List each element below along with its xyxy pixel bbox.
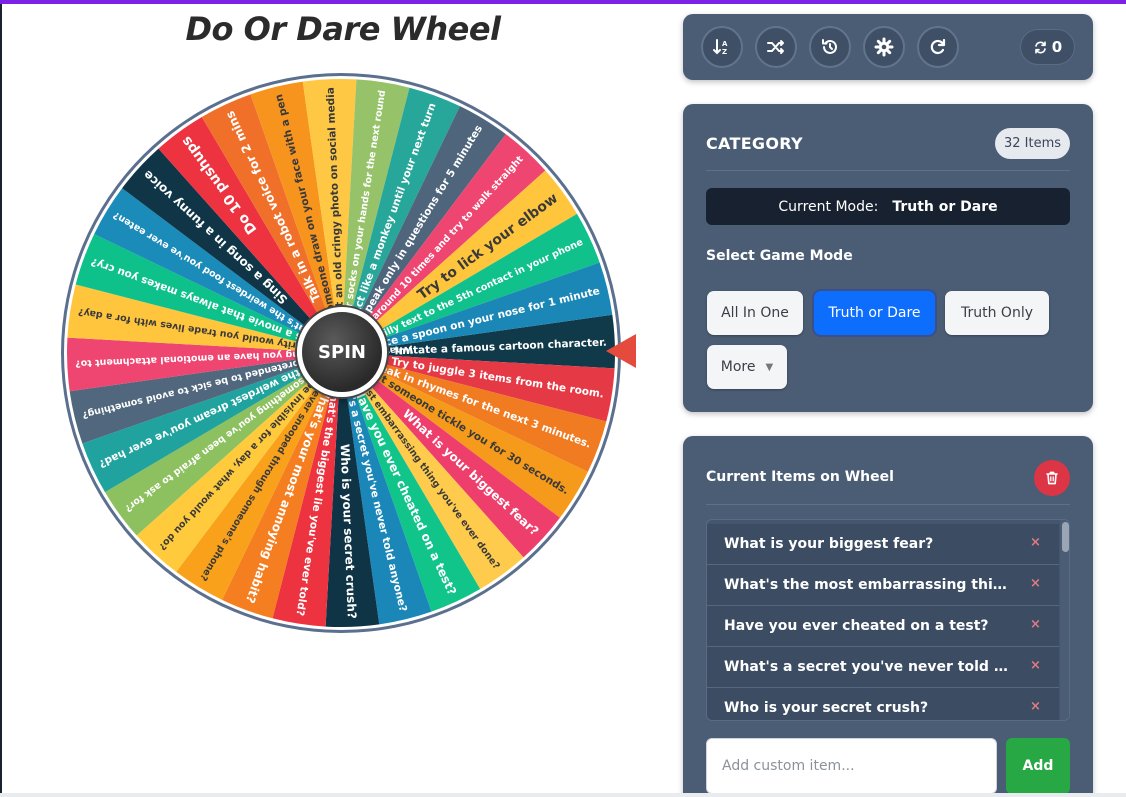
list-item[interactable]: Have you ever cheated on a test? × bbox=[707, 606, 1059, 647]
mode-all-in-one-button[interactable]: All In One bbox=[707, 291, 803, 335]
history-button[interactable] bbox=[809, 26, 851, 68]
svg-text:Z: Z bbox=[722, 48, 727, 56]
svg-text:A: A bbox=[722, 40, 728, 48]
remove-item-icon[interactable]: × bbox=[1030, 576, 1041, 591]
remove-item-icon[interactable]: × bbox=[1030, 617, 1041, 632]
divider bbox=[706, 504, 1070, 505]
reset-icon bbox=[930, 38, 946, 55]
scroll-thumb[interactable] bbox=[1062, 522, 1069, 552]
list-scrollbar[interactable] bbox=[1060, 520, 1069, 720]
wheel-pointer-icon bbox=[606, 334, 636, 368]
top-accent-bar bbox=[0, 0, 1126, 4]
reset-button[interactable] bbox=[917, 26, 959, 68]
trash-icon bbox=[1046, 471, 1058, 485]
remove-item-icon[interactable]: × bbox=[1030, 699, 1041, 714]
list-item-text: Who is your secret crush? bbox=[724, 700, 929, 716]
gear-icon bbox=[874, 37, 894, 57]
items-list[interactable]: What is your biggest fear? × What's the … bbox=[706, 519, 1070, 721]
current-mode-label: Current Mode: bbox=[778, 198, 879, 215]
items-panel: Current Items on Wheel What is your bigg… bbox=[683, 436, 1093, 797]
settings-button[interactable] bbox=[863, 26, 905, 68]
mode-more-label: More bbox=[720, 359, 756, 375]
mode-truth-or-dare-button[interactable]: Truth or Dare bbox=[814, 291, 935, 335]
page-title: Do Or Dare Wheel bbox=[185, 10, 501, 48]
toolbar-panel: A Z 0 bbox=[683, 14, 1093, 80]
items-count-badge: 32 Items bbox=[995, 128, 1070, 159]
list-item[interactable]: What's the most embarrassing thing you'v… bbox=[707, 565, 1059, 606]
remove-item-icon[interactable]: × bbox=[1030, 658, 1041, 673]
shuffle-icon bbox=[767, 40, 784, 54]
remove-item-icon[interactable]: × bbox=[1030, 535, 1041, 550]
current-mode-value: Truth or Dare bbox=[892, 198, 998, 215]
spin-count: 0 bbox=[1051, 38, 1063, 56]
chevron-down-icon: ▼ bbox=[765, 361, 774, 373]
items-title: Current Items on Wheel bbox=[706, 469, 894, 485]
divider bbox=[706, 170, 1070, 171]
add-item-input[interactable]: Add custom item... bbox=[706, 738, 997, 794]
sync-icon bbox=[1034, 40, 1046, 54]
list-item-text: What's a secret you've never told anyone… bbox=[724, 659, 1012, 675]
sort-icon: A Z bbox=[713, 39, 728, 56]
clear-all-button[interactable] bbox=[1034, 460, 1070, 496]
list-item-text: Have you ever cheated on a test? bbox=[724, 618, 989, 634]
list-item-text: What's the most embarrassing thing you'v… bbox=[724, 577, 1012, 593]
bottom-strip bbox=[0, 793, 1126, 797]
spin-counter: 0 bbox=[1020, 29, 1075, 65]
list-item-text: What is your biggest fear? bbox=[724, 536, 934, 552]
mode-more-dropdown[interactable]: More ▼ bbox=[707, 345, 787, 389]
category-panel: CATEGORY 32 Items Current Mode: Truth or… bbox=[683, 104, 1093, 412]
history-icon bbox=[822, 39, 837, 54]
select-mode-label: Select Game Mode bbox=[706, 248, 853, 264]
sort-button[interactable]: A Z bbox=[701, 26, 743, 68]
left-edge bbox=[0, 4, 2, 797]
add-item-button[interactable]: Add bbox=[1006, 738, 1070, 794]
mode-truth-only-button[interactable]: Truth Only bbox=[945, 291, 1049, 335]
list-item[interactable]: Who is your secret crush? × bbox=[707, 688, 1059, 720]
category-title: CATEGORY bbox=[706, 134, 803, 153]
current-mode-bar: Current Mode: Truth or Dare bbox=[706, 188, 1070, 225]
list-item[interactable]: What is your biggest fear? × bbox=[707, 524, 1059, 565]
list-item[interactable]: What's a secret you've never told anyone… bbox=[707, 647, 1059, 688]
shuffle-button[interactable] bbox=[755, 26, 797, 68]
spin-button[interactable]: SPIN bbox=[297, 307, 387, 397]
